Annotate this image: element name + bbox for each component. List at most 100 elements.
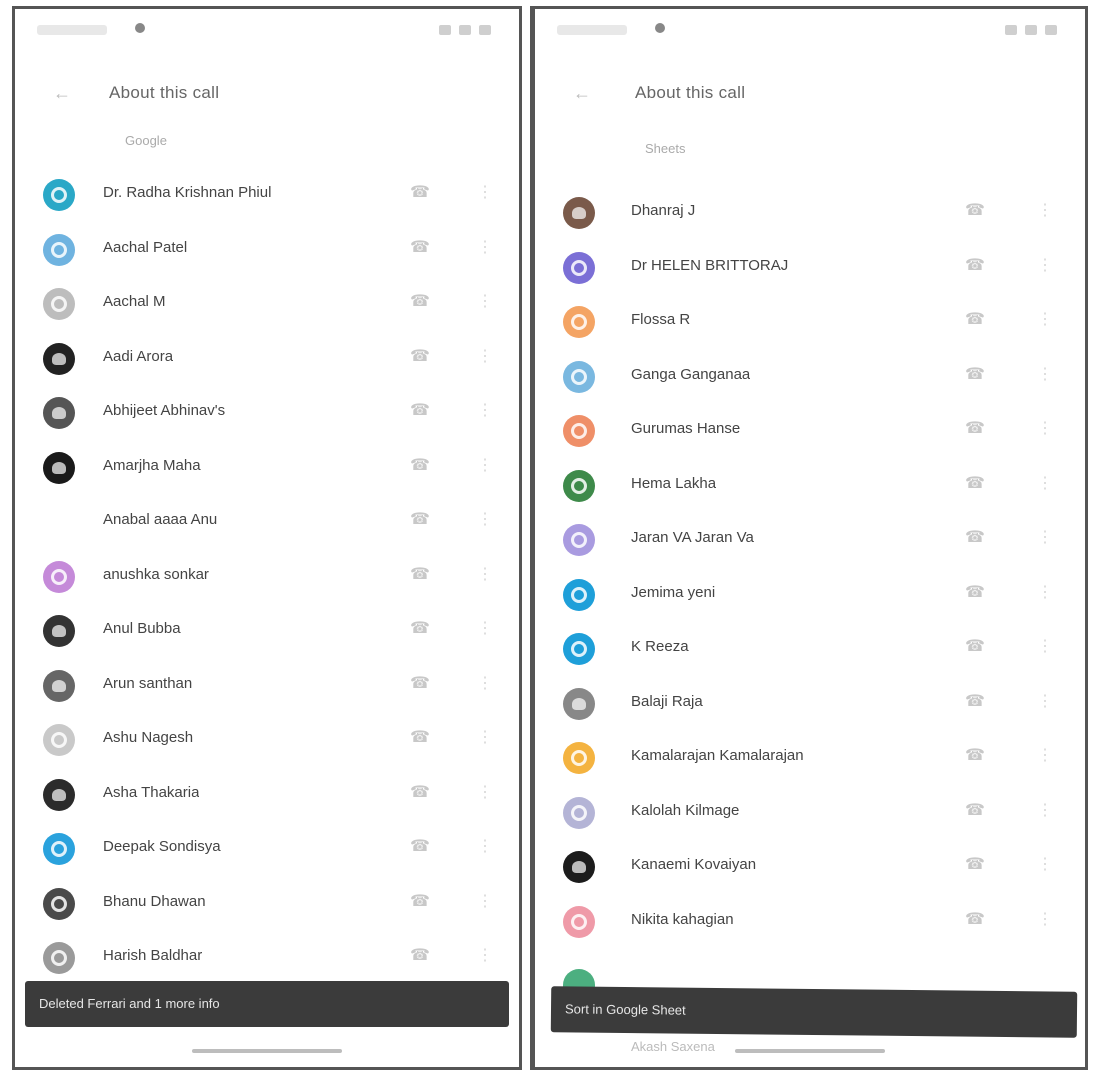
more-options-icon[interactable]: ⋮ [1037, 909, 1053, 929]
phone-call-icon[interactable]: ☎ [965, 691, 985, 711]
more-options-icon[interactable]: ⋮ [1037, 691, 1053, 711]
phone-call-icon[interactable]: ☎ [410, 400, 430, 420]
more-options-icon[interactable]: ⋮ [1037, 800, 1053, 820]
contact-name: Ashu Nagesh [103, 729, 194, 746]
contact-row[interactable]: Aachal Patel ☎ ⋮ [15, 222, 519, 277]
contact-row[interactable]: Flossa R ☎ ⋮ [535, 294, 1085, 349]
contact-row[interactable]: Anabal aaaa Anu ☎ ⋮ [15, 494, 519, 549]
phone-call-icon[interactable]: ☎ [965, 745, 985, 765]
more-options-icon[interactable]: ⋮ [477, 182, 493, 202]
more-options-icon[interactable]: ⋮ [1037, 255, 1053, 275]
contact-row[interactable]: Gurumas Hanse ☎ ⋮ [535, 403, 1085, 458]
contact-name: Flossa R [631, 311, 691, 328]
more-options-icon[interactable]: ⋮ [1037, 582, 1053, 602]
phone-call-icon[interactable]: ☎ [965, 527, 985, 547]
more-options-icon[interactable]: ⋮ [477, 891, 493, 911]
contact-row[interactable]: Jaran VA Jaran Va ☎ ⋮ [535, 512, 1085, 567]
phone-call-icon[interactable]: ☎ [965, 636, 985, 656]
contact-row[interactable]: Harish Baldhar ☎ ⋮ [15, 930, 519, 985]
contact-row[interactable]: Aachal M ☎ ⋮ [15, 276, 519, 331]
phone-call-icon[interactable]: ☎ [410, 182, 430, 202]
avatar [43, 778, 75, 811]
phone-call-icon[interactable]: ☎ [965, 309, 985, 329]
phone-call-icon[interactable]: ☎ [410, 291, 430, 311]
phone-call-icon[interactable]: ☎ [410, 618, 430, 638]
phone-call-icon[interactable]: ☎ [410, 673, 430, 693]
avatar [43, 560, 75, 593]
phone-call-icon[interactable]: ☎ [410, 891, 430, 911]
phone-call-icon[interactable]: ☎ [410, 346, 430, 366]
contact-row[interactable]: Kamalarajan Kamalarajan ☎ ⋮ [535, 730, 1085, 785]
phone-call-icon[interactable]: ☎ [410, 945, 430, 965]
more-options-icon[interactable]: ⋮ [1037, 418, 1053, 438]
phone-call-icon[interactable]: ☎ [965, 909, 985, 929]
contact-row[interactable]: anushka sonkar ☎ ⋮ [15, 549, 519, 604]
more-options-icon[interactable]: ⋮ [477, 673, 493, 693]
phone-call-icon[interactable]: ☎ [965, 854, 985, 874]
avatar [563, 197, 595, 229]
phone-call-icon[interactable]: ☎ [410, 727, 430, 747]
contact-row[interactable]: Bhanu Dhawan ☎ ⋮ [15, 876, 519, 931]
more-options-icon[interactable]: ⋮ [477, 836, 493, 856]
more-options-icon[interactable]: ⋮ [1037, 309, 1053, 329]
contact-row[interactable]: Kanaemi Kovaiyan ☎ ⋮ [535, 839, 1085, 894]
phone-call-icon[interactable]: ☎ [410, 237, 430, 257]
more-options-icon[interactable]: ⋮ [1037, 473, 1053, 493]
more-options-icon[interactable]: ⋮ [477, 400, 493, 420]
contact-row[interactable]: Balaji Raja ☎ ⋮ [535, 676, 1085, 731]
contact-row[interactable]: Aadi Arora ☎ ⋮ [15, 331, 519, 386]
more-options-icon[interactable]: ⋮ [477, 455, 493, 475]
phone-call-icon[interactable]: ☎ [410, 564, 430, 584]
more-options-icon[interactable]: ⋮ [1037, 200, 1053, 220]
phone-call-icon[interactable]: ☎ [965, 473, 985, 493]
contact-row[interactable]: Nikita kahagian ☎ ⋮ [535, 894, 1085, 949]
phone-call-icon[interactable]: ☎ [410, 836, 430, 856]
contact-row[interactable]: Jemima yeni ☎ ⋮ [535, 567, 1085, 622]
more-options-icon[interactable]: ⋮ [477, 782, 493, 802]
contact-name: Aachal Patel [103, 238, 188, 256]
contact-row[interactable]: Abhijeet Abhinav's ☎ ⋮ [15, 385, 519, 440]
more-options-icon[interactable]: ⋮ [1037, 364, 1053, 384]
contact-name: Jemima yeni [631, 583, 716, 601]
contact-row[interactable]: Anul Bubba ☎ ⋮ [15, 603, 519, 658]
back-arrow-icon[interactable]: ← [573, 84, 595, 102]
more-options-icon[interactable]: ⋮ [477, 291, 493, 311]
more-options-icon[interactable]: ⋮ [477, 727, 493, 747]
contact-name: K Reeza [631, 638, 689, 655]
phone-call-icon[interactable]: ☎ [410, 455, 430, 475]
more-options-icon[interactable]: ⋮ [477, 346, 493, 366]
more-options-icon[interactable]: ⋮ [1037, 636, 1053, 656]
more-options-icon[interactable]: ⋮ [1037, 854, 1053, 874]
phone-call-icon[interactable]: ☎ [965, 200, 985, 220]
contact-row[interactable]: Ashu Nagesh ☎ ⋮ [15, 712, 519, 767]
contact-row[interactable]: Asha Thakaria ☎ ⋮ [15, 767, 519, 822]
phone-call-icon[interactable]: ☎ [410, 782, 430, 802]
more-options-icon[interactable]: ⋮ [477, 564, 493, 584]
contact-row[interactable]: Dhanraj J ☎ ⋮ [535, 185, 1085, 240]
contact-row[interactable]: Ganga Ganganaa ☎ ⋮ [535, 349, 1085, 404]
contact-row[interactable]: Arun santhan ☎ ⋮ [15, 658, 519, 713]
contact-row[interactable]: Hema Lakha ☎ ⋮ [535, 458, 1085, 513]
more-options-icon[interactable]: ⋮ [477, 618, 493, 638]
notification-dot-icon [655, 23, 665, 33]
contact-row[interactable]: Deepak Sondisya ☎ ⋮ [15, 821, 519, 876]
phone-call-icon[interactable]: ☎ [965, 800, 985, 820]
more-options-icon[interactable]: ⋮ [477, 509, 493, 529]
contact-row[interactable]: Dr. Radha Krishnan Phiul ☎ ⋮ [15, 167, 519, 222]
contact-row[interactable]: Kalolah Kilmage ☎ ⋮ [535, 785, 1085, 840]
contact-row[interactable]: Amarjha Maha ☎ ⋮ [15, 440, 519, 495]
phone-call-icon[interactable]: ☎ [965, 255, 985, 275]
more-options-icon[interactable]: ⋮ [477, 945, 493, 965]
contact-row[interactable]: Dr HELEN BRITTORAJ ☎ ⋮ [535, 240, 1085, 295]
phone-call-icon[interactable]: ☎ [410, 509, 430, 529]
home-indicator[interactable] [192, 1049, 342, 1053]
back-arrow-icon[interactable]: ← [53, 84, 75, 102]
home-indicator[interactable] [735, 1049, 885, 1053]
more-options-icon[interactable]: ⋮ [1037, 745, 1053, 765]
phone-call-icon[interactable]: ☎ [965, 364, 985, 384]
contact-row[interactable]: K Reeza ☎ ⋮ [535, 621, 1085, 676]
more-options-icon[interactable]: ⋮ [1037, 527, 1053, 547]
more-options-icon[interactable]: ⋮ [477, 237, 493, 257]
phone-call-icon[interactable]: ☎ [965, 582, 985, 602]
phone-call-icon[interactable]: ☎ [965, 418, 985, 438]
